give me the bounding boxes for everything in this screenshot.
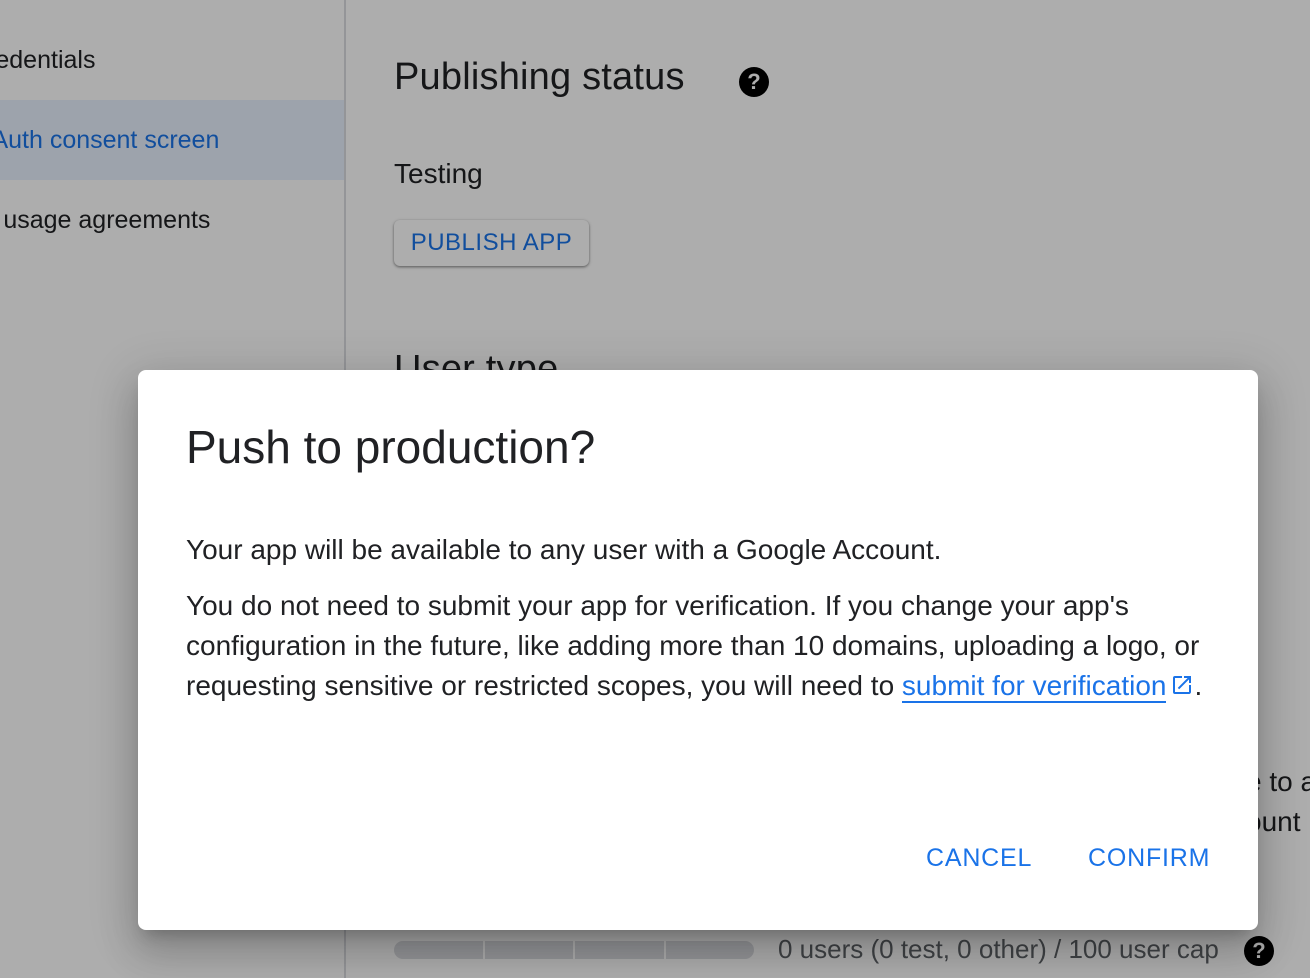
submit-for-verification-link[interactable]: submit for verification bbox=[901, 670, 1167, 703]
link-text: submit for verification bbox=[901, 670, 1167, 701]
dialog-title: Push to production? bbox=[186, 421, 596, 473]
cancel-button[interactable]: CANCEL bbox=[926, 844, 1032, 873]
page: Credentials OAuth consent screen Page us… bbox=[0, 0, 1310, 978]
push-to-production-dialog: Push to production? Your app will be ava… bbox=[138, 370, 1258, 930]
open-in-new-icon bbox=[1170, 668, 1194, 708]
dialog-paragraph: Your app will be available to any user w… bbox=[186, 534, 942, 565]
confirm-button[interactable]: CONFIRM bbox=[1088, 844, 1210, 873]
dialog-paragraph-end: . bbox=[1194, 670, 1203, 701]
dialog-paragraph: You do not need to submit your app for v… bbox=[186, 586, 1216, 708]
